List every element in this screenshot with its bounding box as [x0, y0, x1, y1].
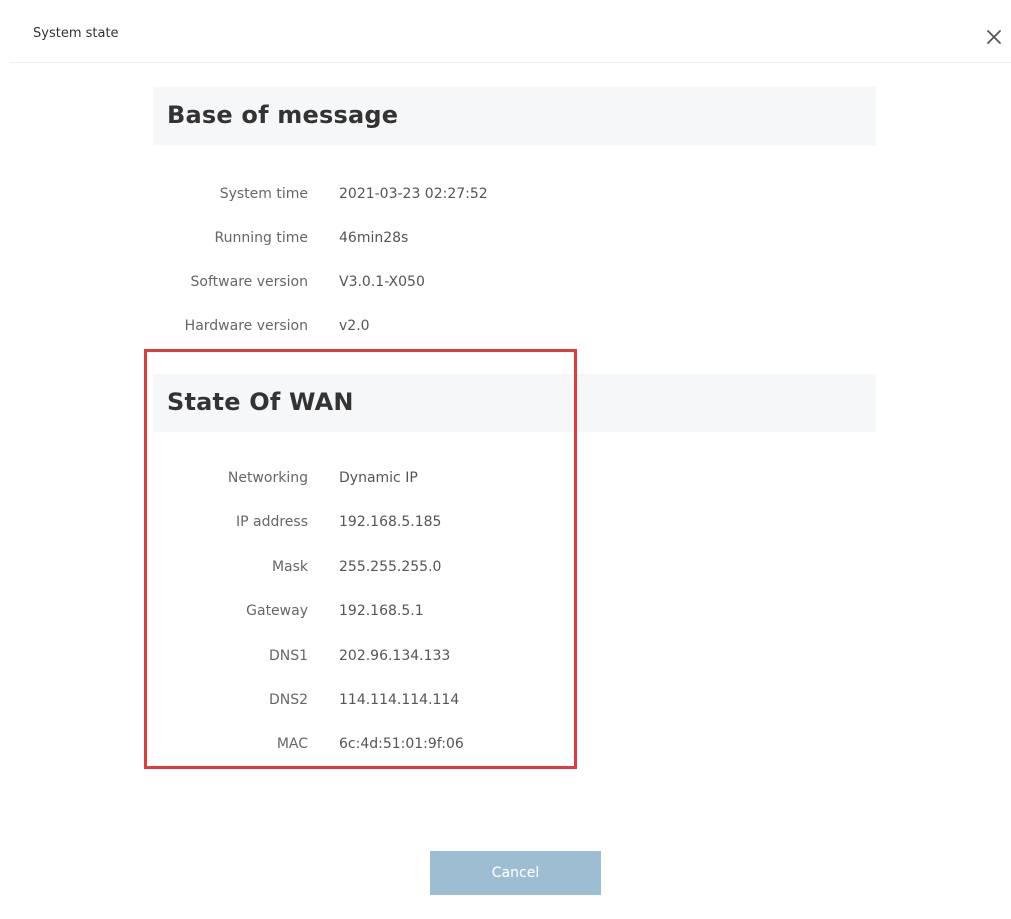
dialog-title: System state: [33, 26, 119, 41]
wan-row-mac: MAC 6c:4d:51:01:9f:06: [0, 736, 1011, 758]
dialog-header: System state: [10, 10, 1011, 63]
system-state-dialog: System state Base of message System time…: [0, 0, 1011, 919]
row-value: 192.168.5.185: [339, 514, 442, 530]
row-value: 202.96.134.133: [339, 648, 451, 664]
row-value: Dynamic IP: [339, 470, 418, 486]
row-label: MAC: [276, 736, 308, 752]
row-value: 255.255.255.0: [339, 559, 442, 575]
row-label: DNS2: [268, 692, 308, 708]
info-row-software-version: Software version V3.0.1-X050: [0, 274, 1011, 296]
wan-row-ip-address: IP address 192.168.5.185: [0, 514, 1011, 536]
row-label: Gateway: [246, 603, 308, 619]
row-value: v2.0: [339, 318, 370, 334]
info-row-system-time: System time 2021-03-23 02:27:52: [0, 186, 1011, 208]
close-icon[interactable]: [983, 26, 1005, 48]
row-value: 192.168.5.1: [339, 603, 424, 619]
row-label: IP address: [235, 514, 308, 530]
row-label: System time: [219, 186, 308, 202]
wan-row-dns1: DNS1 202.96.134.133: [0, 648, 1011, 670]
info-row-running-time: Running time 46min28s: [0, 230, 1011, 252]
row-label: Software version: [190, 274, 308, 290]
wan-row-dns2: DNS2 114.114.114.114: [0, 692, 1011, 714]
base-section-title: Base of message: [167, 101, 399, 129]
wan-section-header: State Of WAN: [153, 374, 876, 432]
info-row-hardware-version: Hardware version v2.0: [0, 318, 1011, 340]
cancel-button[interactable]: Cancel: [430, 851, 601, 895]
row-value: 6c:4d:51:01:9f:06: [339, 736, 464, 752]
row-label: Hardware version: [184, 318, 308, 334]
wan-row-networking: Networking Dynamic IP: [0, 470, 1011, 492]
row-label: DNS1: [268, 648, 308, 664]
base-section-header: Base of message: [153, 87, 876, 145]
wan-section-title: State Of WAN: [167, 388, 354, 416]
row-value: V3.0.1-X050: [339, 274, 425, 290]
row-label: Networking: [227, 470, 308, 486]
wan-row-mask: Mask 255.255.255.0: [0, 559, 1011, 581]
wan-row-gateway: Gateway 192.168.5.1: [0, 603, 1011, 625]
row-value: 114.114.114.114: [339, 692, 460, 708]
row-label: Mask: [271, 559, 308, 575]
row-label: Running time: [214, 230, 308, 246]
row-value: 46min28s: [339, 230, 409, 246]
row-value: 2021-03-23 02:27:52: [339, 186, 488, 202]
